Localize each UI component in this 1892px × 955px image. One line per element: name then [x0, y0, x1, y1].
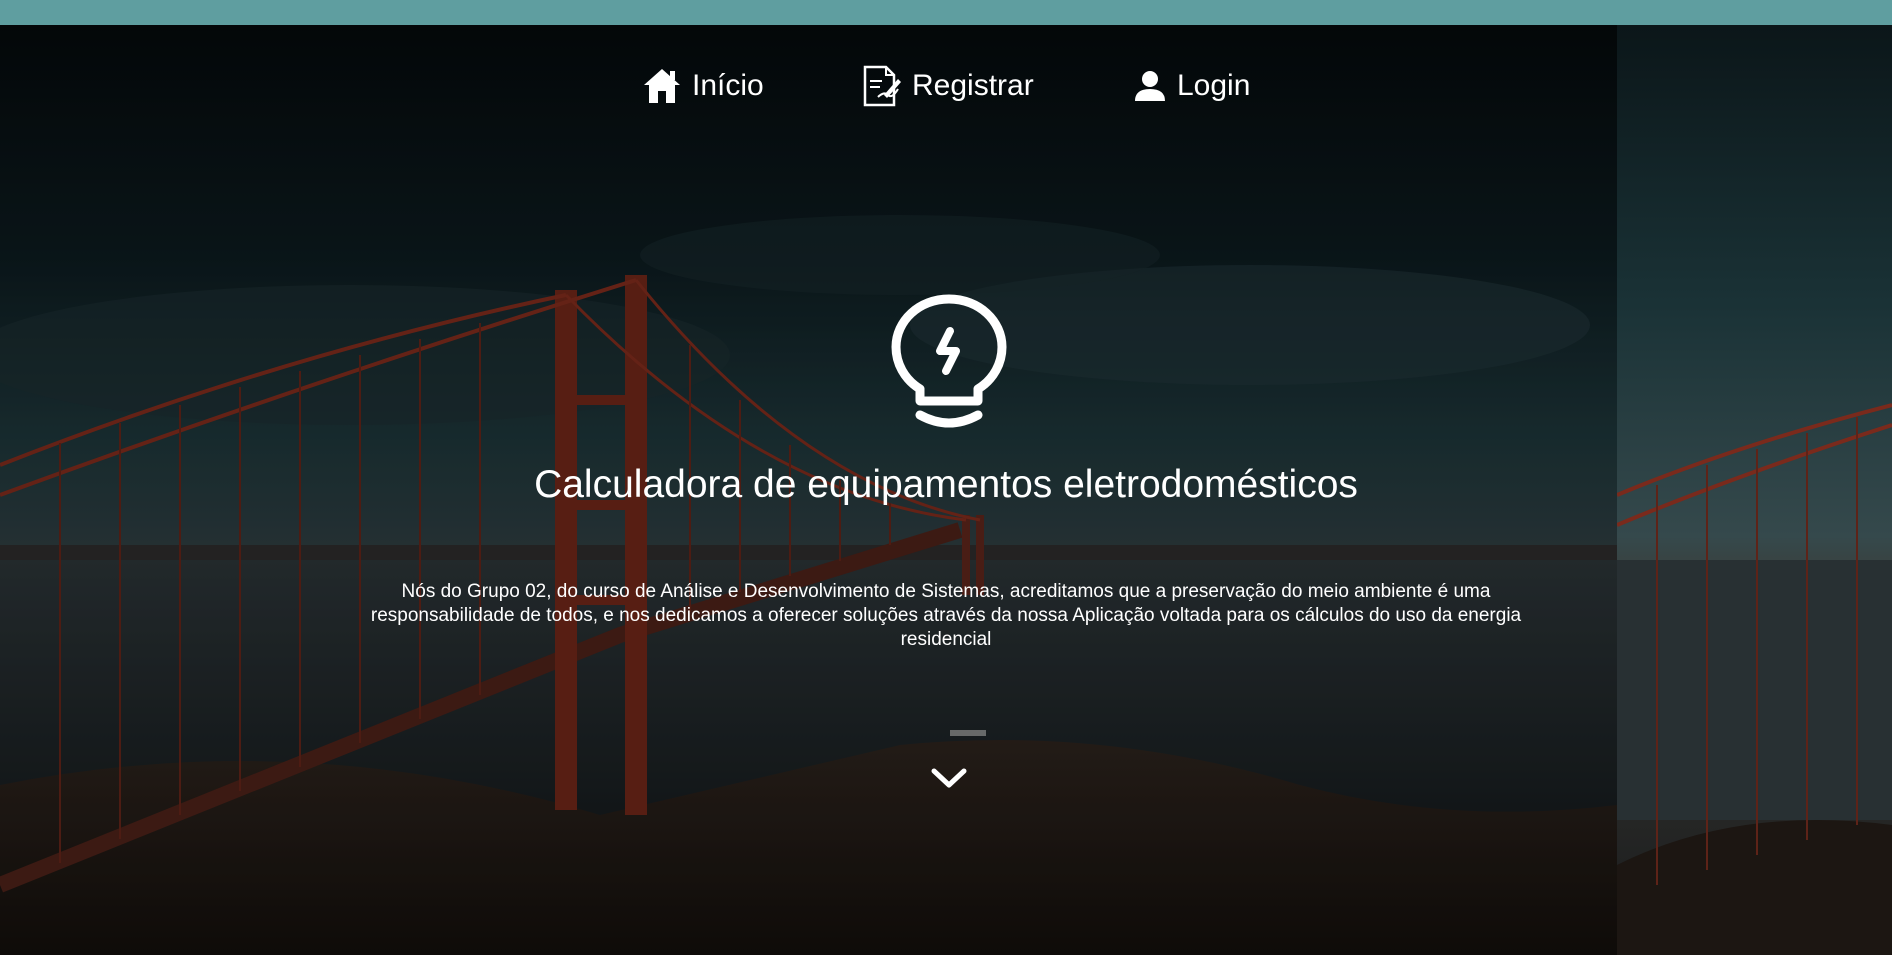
page-title: Calculadora de equipamentos eletrodomést… — [534, 463, 1358, 506]
chevron-down-icon[interactable] — [930, 765, 968, 791]
hero-section: Calculadora de equipamentos eletrodomést… — [0, 25, 1892, 955]
user-icon — [1133, 69, 1167, 103]
nav-register-link[interactable]: Registrar — [862, 61, 1034, 111]
nav-login-link[interactable]: Login — [1133, 61, 1250, 111]
home-icon — [642, 67, 682, 105]
hero-description: Nós do Grupo 02, do curso de Análise e D… — [370, 581, 1522, 650]
register-document-icon — [862, 65, 902, 107]
nav-login-label: Login — [1177, 69, 1251, 102]
nav-home-label: Início — [692, 69, 764, 102]
nav-register-label: Registrar — [912, 69, 1034, 102]
hero-content: Calculadora de equipamentos eletrodomést… — [0, 25, 1892, 955]
nav-home-link[interactable]: Início — [642, 61, 764, 111]
top-navigation: Início Registrar Login — [0, 61, 1892, 111]
lightbulb-bolt-icon — [891, 294, 1007, 428]
top-accent-bar — [0, 0, 1892, 25]
